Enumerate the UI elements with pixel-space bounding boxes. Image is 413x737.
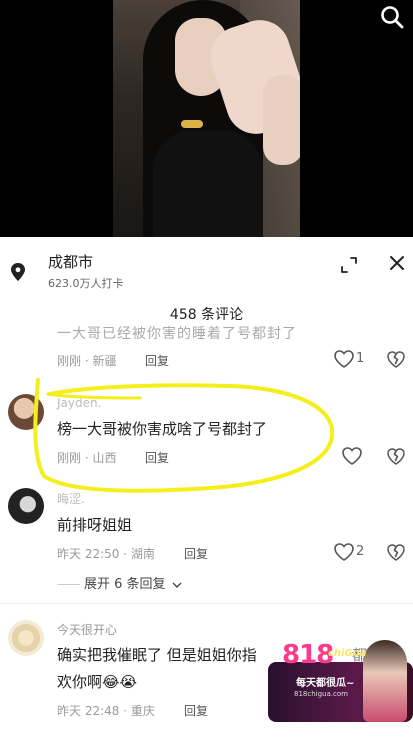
video-subject-bracelet xyxy=(181,120,203,128)
heart-icon[interactable] xyxy=(341,446,363,466)
close-icon[interactable] xyxy=(386,252,408,274)
video-player[interactable] xyxy=(0,0,413,237)
avatar[interactable] xyxy=(8,394,44,430)
divider xyxy=(0,603,413,604)
reply-button[interactable]: 回复 xyxy=(184,545,208,562)
comment-meta: 刚刚 · 新疆 xyxy=(57,354,117,368)
heart-icon[interactable] xyxy=(333,349,355,369)
reply-button[interactable]: 回复 xyxy=(145,352,169,369)
city-name[interactable]: 成都市 xyxy=(48,251,93,272)
broken-heart-icon[interactable] xyxy=(386,447,406,467)
ad-logo: 818 xyxy=(282,640,334,670)
comment-text-line2: 欢你啊😂😭 xyxy=(57,673,138,691)
ad-image xyxy=(363,640,407,722)
heart-icon[interactable] xyxy=(333,542,355,562)
comment-meta: 昨天 22:50 · 湖南 xyxy=(57,547,155,561)
visit-count: 623.0万人打卡 xyxy=(48,277,124,290)
comment-text: 前排呀姐姐 xyxy=(57,516,133,534)
video-subject-body xyxy=(153,130,263,237)
commenter-name[interactable]: Jayden. xyxy=(57,396,101,410)
avatar[interactable] xyxy=(8,488,44,524)
comment-count: 458 条评论 xyxy=(169,307,244,323)
like-count: 1 xyxy=(356,351,365,366)
expand-icon[interactable] xyxy=(338,254,360,276)
location-pin-icon xyxy=(11,263,25,281)
like-count: 2 xyxy=(356,544,365,559)
comment-text: 确实把我催眠了 但是姐姐你指 xyxy=(57,646,257,664)
comment-text-partial: 一大哥已经被你害的睡着了号都封了 xyxy=(57,326,297,342)
avatar[interactable] xyxy=(8,620,44,656)
reply-button[interactable]: 回复 xyxy=(145,449,169,466)
comment-text: 榜一大哥被你害成啥了号都封了 xyxy=(57,420,268,438)
video-subject-hand-2 xyxy=(263,75,300,165)
broken-heart-icon[interactable] xyxy=(386,350,406,370)
chevron-down-icon xyxy=(172,582,182,588)
ad-tagline: 每天都很瓜~ xyxy=(296,678,355,689)
reply-button[interactable]: 回复 xyxy=(184,702,208,719)
ad-logo-sub: chiGua xyxy=(328,648,367,659)
commenter-name[interactable]: 晦涩. xyxy=(57,490,85,507)
watermark-ad: 818 chiGua 每天都很瓜~ 818chigua.com xyxy=(268,640,413,722)
emoji: 😂😭 xyxy=(102,673,138,691)
search-icon[interactable] xyxy=(379,4,405,30)
video-frame xyxy=(113,0,300,237)
comment-meta: 刚刚 · 山西 xyxy=(57,451,117,465)
broken-heart-icon[interactable] xyxy=(386,543,406,563)
commenter-name[interactable]: 今天很开心 xyxy=(57,621,117,638)
comment-meta: 昨天 22:48 · 重庆 xyxy=(57,704,155,718)
ad-url: 818chigua.com xyxy=(294,690,348,698)
expand-replies-button[interactable]: 展开 6 条回复 xyxy=(58,573,182,592)
